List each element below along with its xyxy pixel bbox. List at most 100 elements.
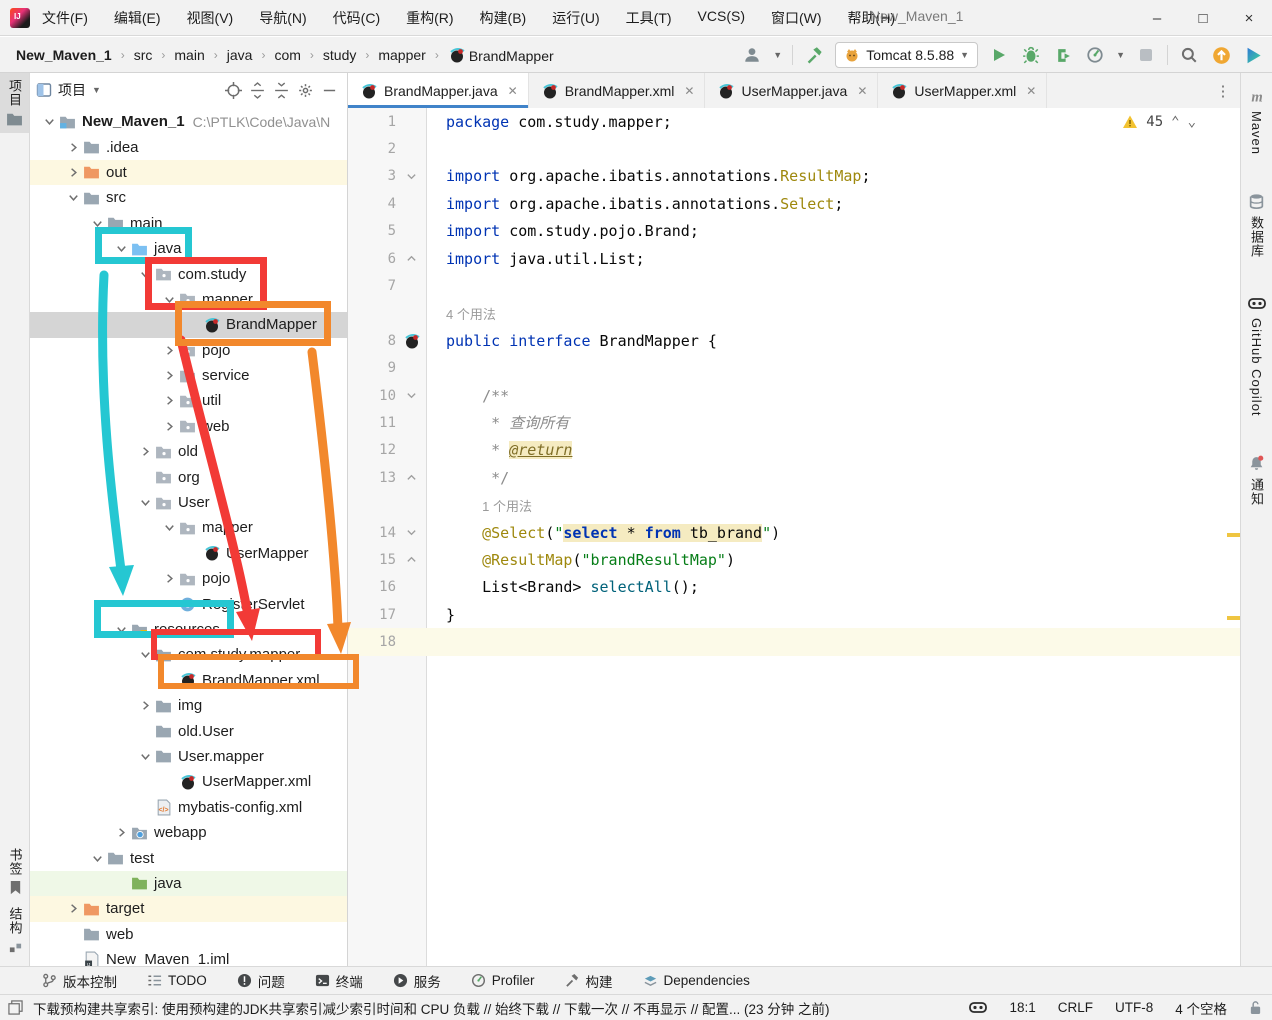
fold-marker-icon[interactable] [396, 390, 427, 401]
chevron-down-icon[interactable] [112, 240, 130, 258]
chevron-down-icon[interactable] [112, 621, 130, 639]
close-icon[interactable]: ✕ [684, 84, 694, 98]
chevron-right-icon[interactable] [112, 824, 130, 842]
mybatis-bird-icon[interactable] [396, 332, 427, 350]
tree-item-mapper[interactable]: mapper [30, 287, 348, 312]
tool-window-button-书签[interactable]: 书签 [0, 842, 30, 901]
tool-window-button-Profiler[interactable]: Profiler [471, 973, 535, 988]
tree-item-web[interactable]: web [30, 414, 348, 439]
profiler-icon[interactable] [1084, 44, 1106, 66]
tree-item-pojo[interactable]: pojo [30, 338, 348, 363]
breadcrumb-item[interactable]: main [172, 47, 206, 63]
chevron-right-icon[interactable] [160, 341, 178, 359]
chevron-right-icon[interactable] [64, 900, 82, 918]
profiler-dropdown-caret[interactable]: ▼ [1116, 50, 1125, 60]
tree-item-java[interactable]: java [30, 236, 348, 261]
editor-tab-UserMapper.xml[interactable]: UserMapper.xml✕ [878, 73, 1047, 108]
tree-item-UserMapper[interactable]: UserMapper [30, 541, 348, 566]
next-problem-icon[interactable]: ⌄ [1188, 114, 1196, 130]
tab-options-kebab-icon[interactable]: ⋮ [1212, 80, 1234, 102]
tool-window-button-通知[interactable]: 通知 [1247, 449, 1266, 512]
coverage-icon[interactable] [1052, 44, 1074, 66]
chevron-right-icon[interactable] [160, 367, 178, 385]
tool-window-button-数据库[interactable]: 数据库 [1247, 187, 1266, 264]
hide-panel-icon[interactable] [317, 78, 341, 102]
menu-item[interactable]: 代码(C) [333, 8, 380, 28]
tree-item-mybatis-config.xml[interactable]: </>mybatis-config.xml [30, 795, 348, 820]
warning-stripe-mark[interactable] [1227, 533, 1240, 537]
project-view-selector[interactable]: 项目 ▼ [36, 80, 101, 100]
tree-item-src[interactable]: src [30, 185, 348, 210]
close-icon[interactable]: ✕ [508, 84, 518, 98]
tree-item-New_Maven_1[interactable]: New_Maven_1C:\PTLK\Code\Java\N [30, 109, 348, 134]
tree-item-target[interactable]: target [30, 896, 348, 921]
tool-window-button-构建[interactable]: 构建 [565, 971, 613, 991]
editor-tab-UserMapper.java[interactable]: UserMapper.java✕ [705, 73, 878, 108]
chevron-down-icon[interactable] [136, 494, 154, 512]
tree-item-User[interactable]: User [30, 490, 348, 515]
chevron-down-icon[interactable] [136, 265, 154, 283]
tree-item-out[interactable]: out [30, 160, 348, 185]
user-dropdown-caret[interactable]: ▼ [773, 50, 782, 60]
update-icon[interactable] [1210, 44, 1232, 66]
menu-item[interactable]: 窗口(W) [771, 8, 822, 28]
tree-item-BrandMapper.xml[interactable]: BrandMapper.xml [30, 668, 348, 693]
tree-item-User.mapper[interactable]: User.mapper [30, 744, 348, 769]
menu-item[interactable]: 工具(T) [626, 8, 672, 28]
chevron-down-icon[interactable] [88, 214, 106, 232]
user-icon[interactable] [741, 44, 763, 66]
menu-item[interactable]: 文件(F) [42, 8, 88, 28]
breadcrumb-item[interactable]: mapper [376, 47, 427, 63]
chevron-right-icon[interactable] [64, 163, 82, 181]
status-widget-4 个空格[interactable]: 4 个空格 [1175, 998, 1227, 1018]
menu-item[interactable]: 构建(B) [480, 8, 527, 28]
editor-tab-BrandMapper.xml[interactable]: BrandMapper.xml✕ [529, 73, 706, 108]
editor-tab-BrandMapper.java[interactable]: BrandMapper.java✕ [348, 73, 529, 108]
fold-marker-icon[interactable] [396, 527, 427, 538]
menu-item[interactable]: VCS(S) [698, 8, 745, 28]
breadcrumb-item[interactable]: java [225, 47, 255, 63]
menu-item[interactable]: 编辑(E) [114, 8, 161, 28]
tool-window-button-结构[interactable]: 结构 [0, 901, 30, 960]
chevron-down-icon[interactable] [88, 849, 106, 867]
build-hammer-icon[interactable] [803, 44, 825, 66]
tree-item-web[interactable]: web [30, 922, 348, 947]
menu-item[interactable]: 导航(N) [259, 8, 306, 28]
chevron-down-icon[interactable] [40, 113, 58, 131]
status-widget-CRLF[interactable]: CRLF [1058, 1000, 1093, 1015]
inspection-widget[interactable]: 45 ⌃ ⌄ [1122, 114, 1196, 130]
tree-item-mapper[interactable]: mapper [30, 515, 348, 540]
tree-item-webapp[interactable]: webapp [30, 820, 348, 845]
tree-item-util[interactable]: util [30, 388, 348, 413]
menu-item[interactable]: 视图(V) [187, 8, 234, 28]
chevron-right-icon[interactable] [136, 443, 154, 461]
tree-item-img[interactable]: img [30, 693, 348, 718]
fold-marker-icon[interactable] [396, 554, 427, 565]
collapse-all-icon[interactable] [269, 78, 293, 102]
chevron-right-icon[interactable] [160, 392, 178, 410]
tree-item-main[interactable]: main [30, 211, 348, 236]
run-icon[interactable] [988, 44, 1010, 66]
tree-item-com.study[interactable]: com.study [30, 261, 348, 286]
tool-window-button-GitHub Copilot[interactable]: GitHub Copilot [1248, 290, 1266, 423]
prev-problem-icon[interactable]: ⌃ [1171, 114, 1179, 130]
tree-item-test[interactable]: test [30, 845, 348, 870]
breadcrumb-item[interactable]: BrandMapper [446, 46, 556, 64]
locate-icon[interactable] [221, 78, 245, 102]
minimize-button[interactable]: – [1134, 0, 1180, 36]
status-message[interactable]: 下载预构建共享索引: 使用预构建的JDK共享索引减少索引时间和 CPU 负载 /… [33, 998, 830, 1018]
tool-window-button-版本控制[interactable]: 版本控制 [42, 971, 117, 991]
maximize-button[interactable]: □ [1180, 0, 1226, 36]
gradient-play-icon[interactable] [1242, 44, 1264, 66]
tool-window-button-服务[interactable]: 服务 [393, 971, 441, 991]
breadcrumb-item[interactable]: study [321, 47, 358, 63]
tree-item-resources[interactable]: resources [30, 617, 348, 642]
breadcrumb-item[interactable]: com [272, 47, 302, 63]
window-layout-icon[interactable] [8, 1000, 23, 1015]
fold-marker-icon[interactable] [396, 171, 427, 182]
expand-all-icon[interactable] [245, 78, 269, 102]
menu-item[interactable]: 重构(R) [406, 8, 453, 28]
unlock-icon[interactable] [1249, 1000, 1262, 1015]
tool-window-button-问题[interactable]: 问题 [237, 971, 285, 991]
tree-item-org[interactable]: org [30, 464, 348, 489]
